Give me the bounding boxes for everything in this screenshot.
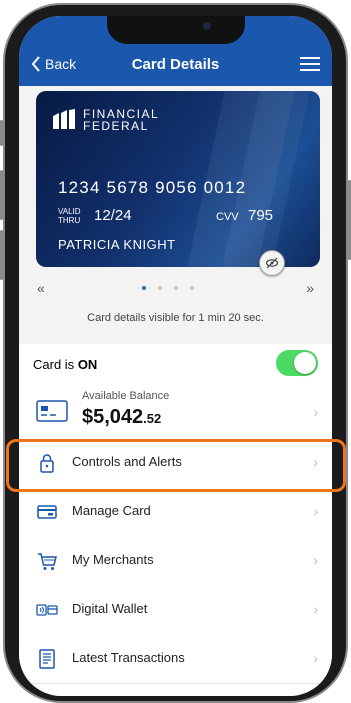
financial-federal-logo: FINANCIAL FEDERAL	[51, 108, 159, 132]
card-icon	[37, 505, 57, 519]
chevron-right-icon: ›	[313, 552, 318, 568]
wallet-icon	[36, 604, 58, 616]
page-dot-3	[174, 286, 178, 290]
visibility-timer-text: Card details visible for 1 min 20 sec.	[87, 312, 264, 324]
menu-item-label: My Merchants	[72, 552, 154, 567]
menu-item-latest-transactions[interactable]: Latest Transactions ›	[19, 634, 332, 684]
cvv-label: CVV	[216, 211, 239, 223]
thru-label: THRU	[58, 216, 81, 225]
eye-slash-icon	[265, 257, 279, 269]
logo-bars-icon	[53, 109, 75, 129]
card-status-row: Card is ON	[19, 344, 332, 385]
cardholder-name: PATRICIA KNIGHT	[58, 237, 176, 252]
valid-thru-label: VALID THRU	[58, 207, 81, 225]
hide-details-button[interactable]	[259, 250, 285, 276]
page-dot-1	[142, 286, 146, 290]
cvv-value: 795	[248, 207, 274, 224]
balance-amount: $5,042.52	[82, 406, 161, 429]
camera-icon	[203, 22, 211, 30]
card-status-label: Card is ON	[33, 357, 97, 372]
previous-card-arrow[interactable]: «	[37, 280, 45, 296]
menu-item-label: Digital Wallet	[72, 601, 148, 616]
next-card-arrow[interactable]: »	[306, 280, 314, 296]
card-carousel: FINANCIAL FEDERAL 1234 5678 9056 0012 VA…	[19, 86, 332, 344]
page-indicator	[142, 286, 194, 290]
credit-card[interactable]: FINANCIAL FEDERAL 1234 5678 9056 0012 VA…	[36, 91, 320, 267]
page-dot-4	[190, 286, 194, 290]
balance-row[interactable]: Available Balance $5,042.52 ›	[19, 384, 332, 439]
expiry-date: 12/24	[94, 207, 132, 224]
chevron-right-icon: ›	[313, 650, 318, 666]
balance-cents: .52	[143, 411, 162, 426]
menu-item-label: Latest Transactions	[72, 650, 185, 665]
balance-dollars: $5,042	[82, 406, 144, 428]
controls-alerts-highlight	[6, 439, 346, 492]
phone-screen: Back Card Details FINANCIAL FEDERAL 1234…	[19, 16, 332, 696]
chevron-right-icon: ›	[313, 601, 318, 617]
balance-label: Available Balance	[82, 390, 170, 402]
cart-icon	[38, 553, 57, 570]
hamburger-menu-icon[interactable]	[300, 57, 320, 71]
menu-item-my-merchants[interactable]: My Merchants ›	[19, 536, 332, 586]
chevron-right-icon: ›	[313, 404, 318, 420]
menu-item-digital-wallet[interactable]: Digital Wallet ›	[19, 585, 332, 635]
card-status-state: ON	[77, 357, 98, 372]
document-icon	[39, 649, 55, 669]
card-on-toggle[interactable]	[276, 350, 318, 376]
card-number: 1234 5678 9056 0012	[58, 178, 247, 197]
page-dot-2	[158, 286, 162, 290]
valid-label: VALID	[58, 207, 81, 216]
toggle-knob	[294, 352, 316, 374]
page-title: Card Details	[131, 56, 220, 73]
menu-item-manage-card[interactable]: Manage Card ›	[19, 487, 332, 537]
card-icon	[36, 400, 68, 422]
menu-item-label: Manage Card	[72, 503, 151, 518]
card-status-text: Card is	[33, 357, 75, 372]
brand-line-2: FEDERAL	[83, 119, 149, 133]
chevron-right-icon: ›	[313, 503, 318, 519]
notch	[107, 16, 245, 44]
